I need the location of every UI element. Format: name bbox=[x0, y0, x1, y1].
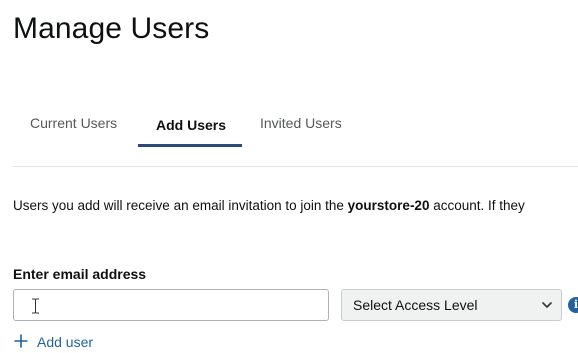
page-title: Manage Users bbox=[13, 12, 210, 45]
email-field-label: Enter email address bbox=[13, 266, 147, 282]
intro-text: Users you add will receive an email invi… bbox=[13, 198, 525, 213]
add-user-label: Add user bbox=[37, 334, 94, 350]
tab-invited-users[interactable]: Invited Users bbox=[260, 115, 342, 131]
account-name: yourstore-20 bbox=[347, 198, 430, 213]
intro-suffix: account. If they bbox=[429, 198, 525, 213]
chevron-down-icon bbox=[542, 302, 552, 308]
access-level-select-value: Select Access Level bbox=[353, 297, 478, 313]
access-level-select[interactable]: Select Access Level bbox=[341, 289, 562, 321]
intro-prefix: Users you add will receive an email invi… bbox=[13, 198, 348, 213]
plus-icon bbox=[14, 334, 28, 348]
tab-current-users[interactable]: Current Users bbox=[30, 115, 117, 131]
active-tab-indicator bbox=[138, 144, 242, 147]
tab-add-users[interactable]: Add Users bbox=[156, 117, 226, 133]
tab-bar: Current Users Add Users Invited Users bbox=[13, 100, 578, 167]
email-field[interactable] bbox=[13, 289, 329, 321]
info-icon[interactable]: i bbox=[568, 297, 578, 313]
